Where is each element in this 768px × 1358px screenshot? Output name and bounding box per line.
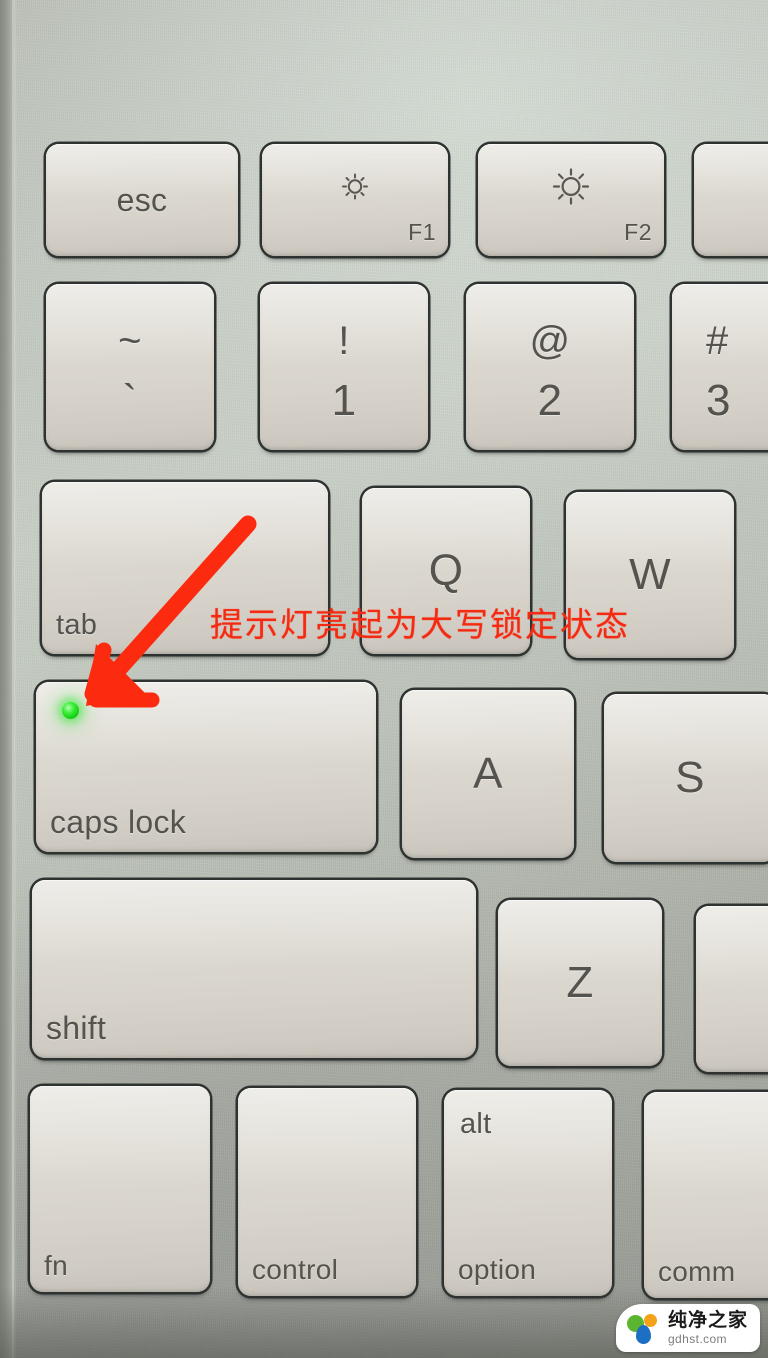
chassis-edge-highlight	[12, 0, 17, 1358]
key-3[interactable]: # 3	[672, 284, 768, 450]
key-s-label: S	[675, 753, 705, 802]
key-z[interactable]: Z	[498, 900, 662, 1066]
key-fn[interactable]: fn	[30, 1086, 210, 1292]
watermark: 纯净之家 gdhst.com	[615, 1304, 760, 1352]
key-backtick-lower-label: `	[122, 376, 138, 426]
key-f1[interactable]: F1	[262, 144, 448, 256]
key-f2[interactable]: F2	[478, 144, 664, 256]
key-a-label: A	[473, 749, 503, 798]
key-1-lower-label: 1	[331, 376, 357, 426]
key-f1-fn-label: F1	[408, 219, 436, 245]
key-control-label: control	[252, 1254, 339, 1285]
key-command-label: comm	[658, 1256, 736, 1287]
watermark-brand-name: 纯净之家	[667, 1309, 748, 1331]
caps-lock-led-icon	[62, 702, 79, 719]
key-s[interactable]: S	[604, 694, 768, 862]
annotation-note: 提示灯亮起为大写锁定状态	[210, 605, 630, 644]
key-1-upper-label: !	[338, 318, 350, 363]
key-1[interactable]: ! 1	[260, 284, 428, 450]
watermark-brand-url: gdhst.com	[667, 1332, 727, 1346]
brand-logo-icon	[626, 1311, 661, 1345]
key-option-alt-label: alt	[460, 1108, 492, 1140]
key-caps-lock[interactable]: caps lock	[36, 682, 376, 852]
key-shift[interactable]: shift	[32, 880, 476, 1058]
logo-dot-blue	[635, 1325, 651, 1344]
key-fn-label: fn	[44, 1250, 68, 1281]
key-esc[interactable]: esc	[46, 144, 238, 256]
key-caps-lock-label: caps lock	[50, 804, 187, 840]
brightness-up-icon	[546, 161, 596, 216]
key-2-lower-label: 2	[537, 376, 563, 426]
key-option[interactable]: alt option	[444, 1090, 612, 1296]
keyboard-photo: esc F1 F2 ~ ` ! 1 @ 2 # 3 tab Q W caps l…	[0, 0, 768, 1358]
key-3-upper-label: #	[706, 318, 729, 363]
key-esc-label: esc	[116, 182, 168, 218]
key-2[interactable]: @ 2	[466, 284, 634, 450]
key-z-label: Z	[566, 958, 594, 1007]
key-shift-label: shift	[46, 1010, 107, 1046]
key-backtick-upper-label: ~	[118, 318, 142, 363]
key-2-upper-label: @	[529, 318, 571, 363]
key-tab-label: tab	[56, 609, 98, 641]
key-3-lower-label: 3	[706, 376, 731, 426]
key-f3[interactable]	[694, 144, 768, 256]
key-command[interactable]: comm	[644, 1092, 768, 1298]
key-x[interactable]	[696, 906, 768, 1072]
key-f2-fn-label: F2	[624, 219, 652, 245]
brightness-down-icon	[335, 166, 375, 211]
key-control[interactable]: control	[238, 1088, 416, 1296]
key-q-label: Q	[428, 546, 464, 595]
key-option-label: option	[458, 1254, 537, 1285]
key-backtick[interactable]: ~ `	[46, 284, 214, 450]
key-a[interactable]: A	[402, 690, 574, 858]
key-w-label: W	[629, 550, 671, 599]
